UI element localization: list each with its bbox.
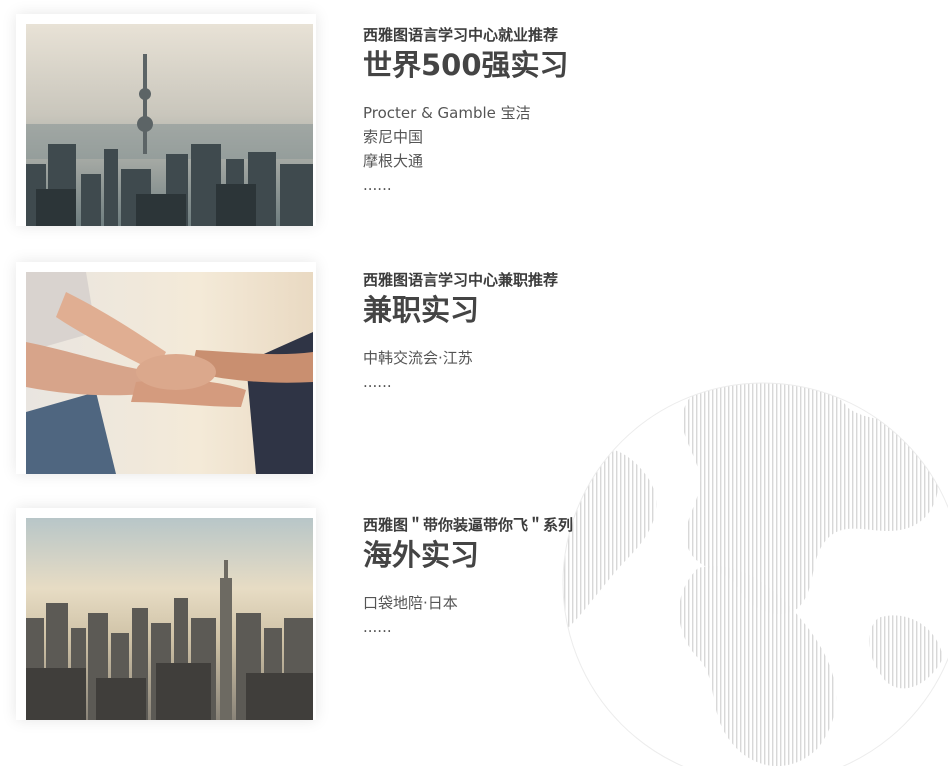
internship-list: Procter & Gamble 宝洁 索尼中国 摩根大通 ...... bbox=[363, 101, 783, 197]
internship-list: 中韩交流会·江苏 ...... bbox=[363, 346, 783, 394]
section-subtitle: 西雅图语言学习中心兼职推荐 bbox=[363, 271, 559, 289]
internship-list: 口袋地陪·日本 ...... bbox=[363, 591, 783, 639]
stacked-hands-photo bbox=[26, 272, 313, 474]
list-item: Procter & Gamble 宝洁 bbox=[363, 104, 531, 122]
internship-card-2[interactable] bbox=[16, 262, 316, 474]
list-item: 口袋地陪·日本 bbox=[363, 594, 458, 612]
section-subtitle: 西雅图＂带你装逼带你飞＂系列 bbox=[363, 516, 574, 534]
new-york-skyline-photo bbox=[26, 518, 313, 720]
internship-info-3: 西雅图＂带你装逼带你飞＂系列 海外实习 口袋地陪·日本 ...... bbox=[363, 515, 783, 639]
list-item: ...... bbox=[363, 618, 392, 636]
internship-card-3[interactable] bbox=[16, 508, 316, 720]
internship-info-2: 西雅图语言学习中心兼职推荐 兼职实习 中韩交流会·江苏 ...... bbox=[363, 270, 783, 394]
list-item: 索尼中国 bbox=[363, 128, 424, 146]
shanghai-skyline-photo bbox=[26, 24, 313, 226]
list-item: 摩根大通 bbox=[363, 152, 424, 170]
section-subtitle: 西雅图语言学习中心就业推荐 bbox=[363, 26, 559, 44]
list-item: ...... bbox=[363, 373, 392, 391]
section-title[interactable]: 世界500强实习 bbox=[363, 47, 783, 83]
internship-card-1[interactable] bbox=[16, 14, 316, 226]
internship-info-1: 西雅图语言学习中心就业推荐 世界500强实习 Procter & Gamble … bbox=[363, 25, 783, 197]
section-title[interactable]: 海外实习 bbox=[363, 537, 783, 573]
list-item: 中韩交流会·江苏 bbox=[363, 349, 473, 367]
list-item: ...... bbox=[363, 176, 392, 194]
section-title[interactable]: 兼职实习 bbox=[363, 292, 783, 328]
